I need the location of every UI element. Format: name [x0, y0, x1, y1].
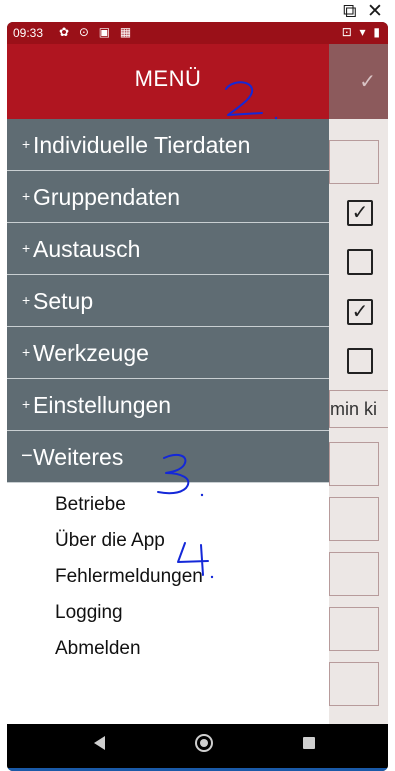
expand-plus-icon: +	[22, 240, 31, 256]
window-title-bar: ⧉ ✕	[0, 0, 395, 22]
confirm-check-icon[interactable]: ✓	[359, 69, 376, 93]
submenu-weiteres: Betriebe Über die App Fehlermeldungen Lo…	[7, 483, 329, 667]
menu-item-weiteres[interactable]: − Weiteres	[7, 431, 329, 483]
background-input-field[interactable]	[329, 497, 379, 541]
menu-item-label: Einstellungen	[33, 392, 172, 418]
menu-list: + Individuelle Tierdaten + Gruppendaten …	[7, 119, 329, 667]
status-time: 09:33	[13, 26, 44, 40]
home-icon[interactable]	[195, 734, 213, 752]
collapse-minus-icon: −	[21, 445, 33, 467]
background-checkbox-unchecked[interactable]	[347, 348, 373, 374]
submenu-item-logging[interactable]: Logging	[7, 595, 329, 631]
background-checkbox-unchecked[interactable]	[347, 249, 373, 275]
back-icon[interactable]	[94, 736, 105, 750]
status-bar: 09:33 ✿ ⊙ ▣ ▦ ⊡ ▾ ▮	[7, 22, 388, 44]
background-input-field[interactable]	[329, 442, 379, 486]
app-content: ✓ ✓ ✓ min ki MENÜ + Individuelle Tierdat…	[7, 44, 388, 724]
menu-item-werkzeuge[interactable]: + Werkzeuge	[7, 327, 329, 379]
popout-icon[interactable]: ⧉	[343, 1, 357, 21]
submenu-item-abmelden[interactable]: Abmelden	[7, 631, 329, 667]
android-nav-bar	[7, 724, 388, 768]
menu-item-setup[interactable]: + Setup	[7, 275, 329, 327]
background-text-field[interactable]: min ki	[329, 390, 388, 428]
system-status-icons: ⊡ ▾ ▮	[341, 25, 382, 39]
submenu-item-fehlermeldungen[interactable]: Fehlermeldungen	[7, 559, 329, 595]
background-input-field[interactable]	[329, 662, 379, 706]
drawer-title: MENÜ	[134, 66, 202, 91]
submenu-item-betriebe[interactable]: Betriebe	[7, 487, 329, 523]
menu-item-einstellungen[interactable]: + Einstellungen	[7, 379, 329, 431]
menu-item-gruppendaten[interactable]: + Gruppendaten	[7, 171, 329, 223]
expand-plus-icon: +	[22, 396, 31, 412]
menu-item-label: Werkzeuge	[33, 340, 149, 366]
recent-apps-icon[interactable]	[303, 737, 315, 749]
expand-plus-icon: +	[22, 136, 31, 152]
background-checkbox-checked[interactable]: ✓	[347, 299, 373, 325]
drawer-header: MENÜ	[7, 44, 329, 119]
menu-item-label: Individuelle Tierdaten	[33, 132, 251, 158]
phone-screen: 09:33 ✿ ⊙ ▣ ▦ ⊡ ▾ ▮ ✓ ✓ ✓ min ki MENÜ + …	[7, 22, 388, 771]
expand-plus-icon: +	[22, 344, 31, 360]
menu-item-label: Austausch	[33, 236, 141, 262]
background-checkbox-checked[interactable]: ✓	[347, 200, 373, 226]
background-input-field[interactable]	[329, 607, 379, 651]
submenu-item-ueber-die-app[interactable]: Über die App	[7, 523, 329, 559]
menu-item-individuelle-tierdaten[interactable]: + Individuelle Tierdaten	[7, 119, 329, 171]
navigation-drawer: MENÜ + Individuelle Tierdaten + Gruppend…	[7, 44, 329, 724]
menu-item-label: Weiteres	[33, 444, 124, 470]
menu-item-label: Gruppendaten	[33, 184, 181, 210]
background-input-field[interactable]	[329, 140, 379, 184]
close-icon[interactable]: ✕	[367, 1, 383, 21]
background-input-field[interactable]	[329, 552, 379, 596]
menu-item-label: Setup	[33, 288, 94, 314]
expand-plus-icon: +	[22, 292, 31, 308]
notification-icons: ✿ ⊙ ▣ ▦	[59, 25, 135, 39]
expand-plus-icon: +	[22, 188, 31, 204]
menu-item-austausch[interactable]: + Austausch	[7, 223, 329, 275]
